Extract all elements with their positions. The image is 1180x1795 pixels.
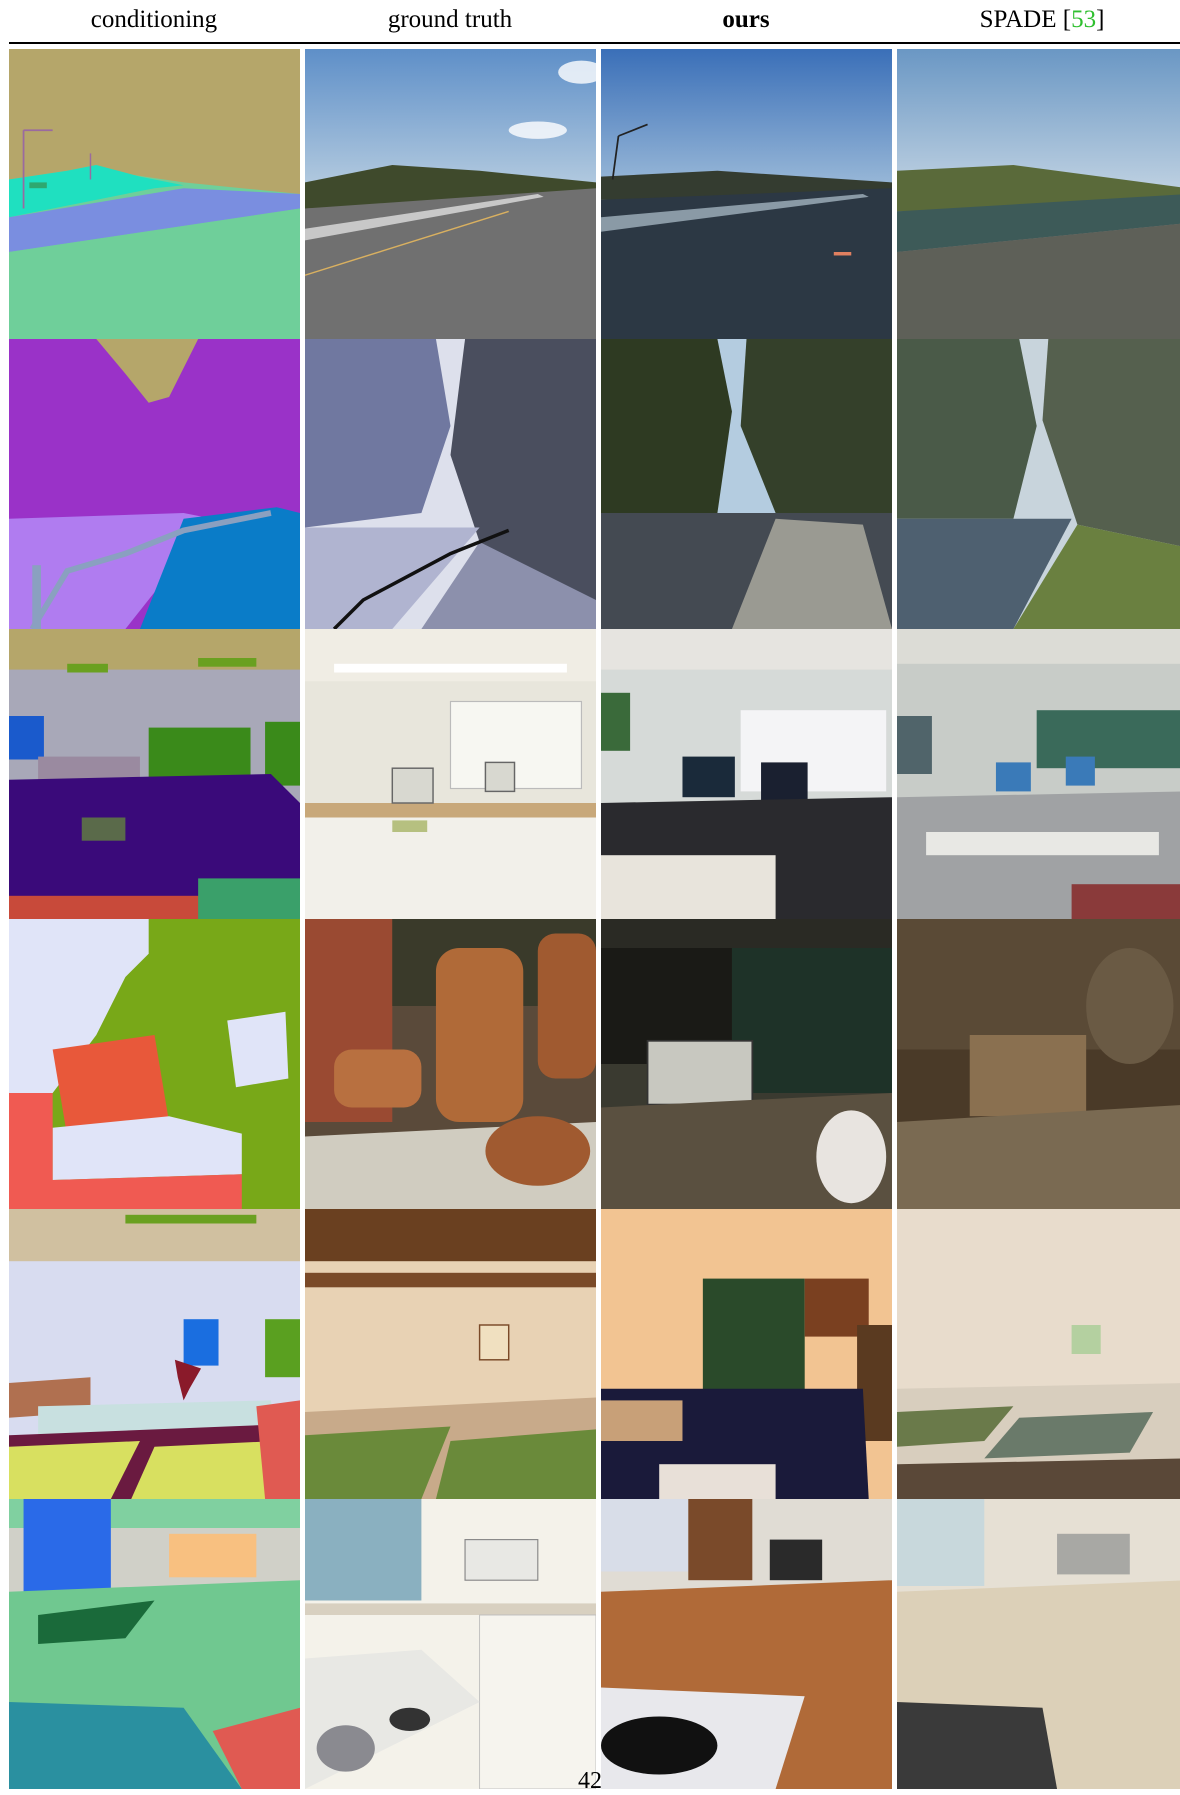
spade-bracket: ] — [1096, 6, 1104, 33]
row1-ground-truth-image — [305, 49, 596, 339]
row1-conditioning-image — [9, 49, 300, 339]
row1-ours-image — [601, 49, 892, 339]
row3-conditioning-image — [9, 629, 300, 919]
spade-label: SPADE [ — [980, 6, 1071, 33]
row5-ours-image — [601, 1209, 892, 1499]
image-grid — [9, 49, 1180, 1792]
citation-link[interactable]: 53 — [1071, 6, 1096, 33]
row3-ours-image — [601, 629, 892, 919]
page-number: 42 — [0, 1768, 1180, 1795]
row6-spade-image — [897, 1499, 1180, 1789]
row4-conditioning-image — [9, 919, 300, 1209]
row5-conditioning-image — [9, 1209, 300, 1499]
row1-spade-image — [897, 49, 1180, 339]
figure-header: conditioning ground truth ours SPADE [53… — [9, 0, 1180, 42]
row6-ours-image — [601, 1499, 892, 1789]
row5-spade-image — [897, 1209, 1180, 1499]
row4-ours-image — [601, 919, 892, 1209]
row2-ours-image — [601, 339, 892, 629]
row2-spade-image — [897, 339, 1180, 629]
column-header-ground-truth: ground truth — [305, 6, 595, 34]
row4-spade-image — [897, 919, 1180, 1209]
header-rule — [9, 42, 1180, 44]
row6-ground-truth-image — [305, 1499, 596, 1789]
row2-conditioning-image — [9, 339, 300, 629]
column-header-conditioning: conditioning — [9, 6, 299, 34]
row6-conditioning-image — [9, 1499, 300, 1789]
row3-ground-truth-image — [305, 629, 596, 919]
row5-ground-truth-image — [305, 1209, 596, 1499]
column-header-spade: SPADE [53] — [897, 6, 1180, 34]
column-header-ours: ours — [601, 6, 891, 34]
row4-ground-truth-image — [305, 919, 596, 1209]
row2-ground-truth-image — [305, 339, 596, 629]
row3-spade-image — [897, 629, 1180, 919]
